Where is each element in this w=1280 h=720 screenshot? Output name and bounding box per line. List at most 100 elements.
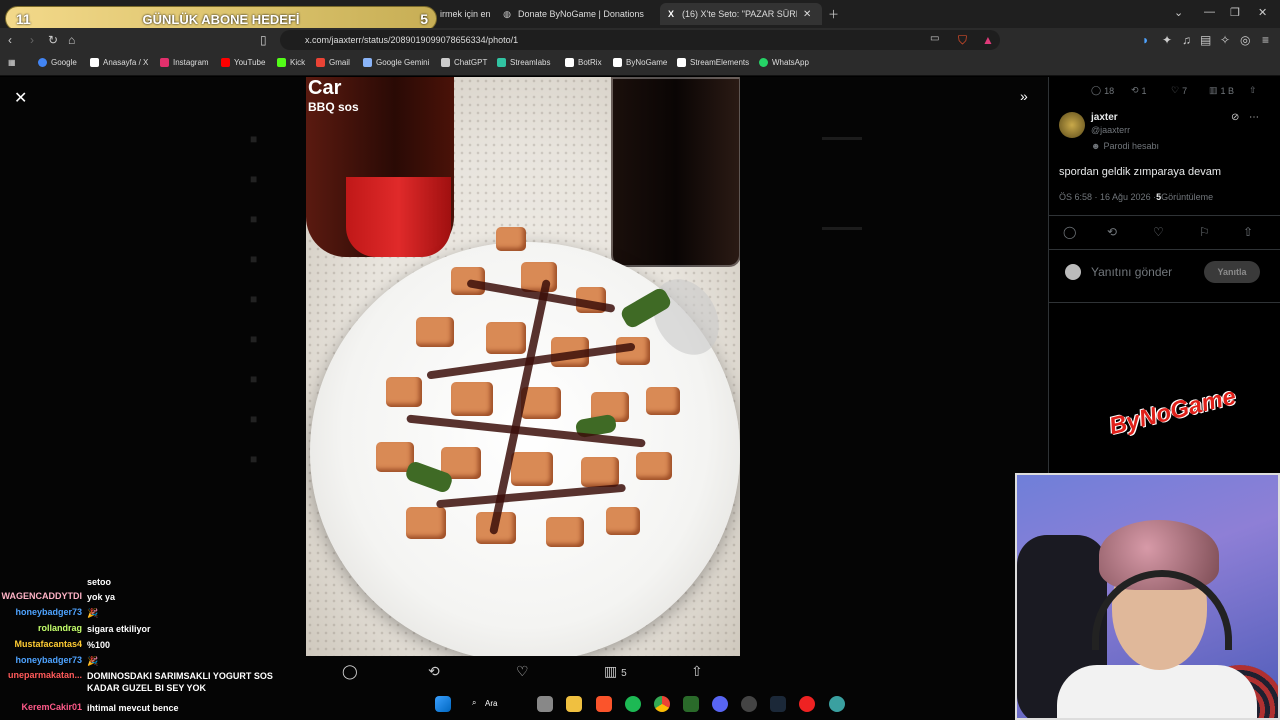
botrix-icon <box>565 58 574 67</box>
stat-replies[interactable]: ◯ 18 <box>1091 85 1114 96</box>
share-icon[interactable]: ⇧ <box>1243 225 1253 239</box>
menu-icon[interactable]: ≡ <box>1262 33 1269 47</box>
dim-nav-item: ■ <box>250 452 258 466</box>
bookmark-icon[interactable]: ⚐ <box>1199 225 1210 239</box>
app-icon[interactable] <box>829 696 845 712</box>
bottle-label: Car BBQ sos <box>308 77 359 114</box>
bookmark-google[interactable]: Google <box>38 58 77 67</box>
reload-icon[interactable]: ↻ <box>48 33 58 47</box>
sidebar-icon[interactable]: ▤ <box>1200 33 1211 47</box>
new-tab-icon[interactable]: ＋ <box>828 6 839 22</box>
task-view-icon[interactable] <box>537 696 553 712</box>
bookmark-icon[interactable]: ▯ <box>260 33 267 47</box>
taskbar-search[interactable]: ⌕ Ara <box>470 694 530 714</box>
apps-icon[interactable]: ▦ <box>8 58 16 67</box>
windows-start-icon[interactable] <box>435 696 451 712</box>
repost-icon: ⟲ <box>1131 85 1139 95</box>
bookmark-gmail[interactable]: Gmail <box>316 58 350 67</box>
tweet-meta: ÖS 6:58 · 16 Ağu 2026 · 5 Görüntüleme <box>1059 192 1214 202</box>
repost-icon[interactable]: ⟲ <box>1107 225 1117 239</box>
brave-rewards-icon[interactable]: ▲ <box>982 33 994 47</box>
author-name[interactable]: jaxter <box>1091 112 1118 123</box>
author-handle[interactable]: @jaaxterr <box>1091 125 1130 135</box>
views-action[interactable]: ▥ 5 <box>604 663 627 680</box>
bookmark-chatgpt[interactable]: ChatGPT <box>441 58 487 67</box>
spotify-icon[interactable] <box>625 696 641 712</box>
chicken-dish <box>346 217 716 587</box>
google-icon <box>38 58 47 67</box>
bookmark-youtube[interactable]: YouTube <box>221 58 265 67</box>
stat-likes[interactable]: ♡ 7 <box>1171 85 1187 96</box>
repost-icon[interactable]: ⟲ <box>428 663 440 680</box>
tab-label: Donate ByNoGame | Donations <box>518 9 644 19</box>
bookmark-kick[interactable]: Kick <box>277 58 305 67</box>
forward-icon[interactable]: › <box>30 33 34 47</box>
like-icon: ♡ <box>1171 85 1180 95</box>
kick-icon <box>277 58 286 67</box>
like-icon[interactable]: ♡ <box>516 663 529 680</box>
bookmark-streamelements[interactable]: StreamElements <box>677 58 749 67</box>
bookmark-x-home[interactable]: Anasayfa / X <box>90 58 148 67</box>
reply-icon[interactable]: ◯ <box>342 663 358 680</box>
music-icon[interactable]: ♫ <box>1182 33 1191 47</box>
expand-panel-icon[interactable]: » <box>1020 88 1028 104</box>
more-icon[interactable]: ⋯ <box>1249 112 1259 123</box>
like-icon[interactable]: ♡ <box>1153 225 1164 239</box>
dim-nav-item: ■ <box>250 172 258 186</box>
goal-title: GÜNLÜK ABONE HEDEFİ <box>142 12 300 27</box>
reply-input[interactable]: Yanıtını gönder <box>1091 265 1172 279</box>
reply-icon[interactable]: ◯ <box>1063 225 1076 239</box>
bookmark-instagram[interactable]: Instagram <box>160 58 209 67</box>
avatar[interactable] <box>1059 112 1085 138</box>
stat-views[interactable]: ▥ 1 B <box>1209 85 1234 96</box>
windows-taskbar: ⌕ Ara <box>425 692 855 716</box>
search-icon: ⌕ <box>472 698 477 707</box>
file-explorer-icon[interactable] <box>566 696 582 712</box>
tab-donate[interactable]: ◍ Donate ByNoGame | Donations <box>502 3 652 25</box>
vpn-icon[interactable]: ◎ <box>1240 33 1250 47</box>
tab-close-icon[interactable]: ✕ <box>803 9 811 20</box>
share-icon[interactable]: ⇧ <box>1249 85 1257 96</box>
dim-nav-item: ■ <box>250 412 258 426</box>
window-close-icon[interactable]: ✕ <box>1258 6 1267 19</box>
maximize-icon[interactable]: ❐ <box>1230 6 1240 19</box>
obs-icon[interactable] <box>741 696 757 712</box>
address-toolbar: ‹ › ↻ ⌂ ▯ x.com/jaaxterr/status/20890190… <box>0 28 1280 52</box>
stat-reposts[interactable]: ⟲ 1 <box>1131 85 1147 96</box>
audio-icon[interactable]: ◗ <box>1142 33 1149 47</box>
share-icon[interactable]: ⇧ <box>691 663 703 680</box>
browser-tabbar: 11 GÜNLÜK ABONE HEDEFİ 5 irmek için en ◍… <box>0 0 1280 31</box>
chevron-down-icon[interactable]: ⌄ <box>1174 6 1183 19</box>
goal-right-count: 5 <box>420 11 428 27</box>
terminal-icon[interactable] <box>683 696 699 712</box>
cast-icon[interactable]: ▭ <box>930 33 939 44</box>
reply-button[interactable]: Yanıtla <box>1204 261 1260 283</box>
bookmark-gemini[interactable]: Google Gemini <box>363 58 429 67</box>
brave-icon[interactable] <box>596 696 612 712</box>
tab-x-post[interactable]: X (16) X'te Seto: "PAZAR SÜRPRİZİ ✕ <box>660 3 822 25</box>
bookmark-botrix[interactable]: BotRix <box>565 58 602 67</box>
close-photo-icon[interactable]: ✕ <box>14 88 27 108</box>
steam-icon[interactable] <box>770 696 786 712</box>
ai-icon[interactable]: ✧ <box>1220 33 1230 47</box>
grok-icon[interactable]: ⊘ <box>1231 112 1239 123</box>
home-icon[interactable]: ⌂ <box>68 33 75 47</box>
back-icon[interactable]: ‹ <box>8 33 12 47</box>
chrome-icon[interactable] <box>654 696 670 712</box>
dim-nav-item: ■ <box>250 372 258 386</box>
bookmarks-bar: ▦ Google Anasayfa / X Instagram YouTube … <box>0 52 1280 76</box>
bynogame-icon <box>613 58 622 67</box>
reply-icon: ◯ <box>1091 85 1102 95</box>
discord-icon[interactable] <box>712 696 728 712</box>
minimize-icon[interactable]: — <box>1204 6 1215 18</box>
bookmark-streamlabs[interactable]: Streamlabs <box>497 58 550 67</box>
url-field[interactable]: x.com/jaaxterr/status/208901909907865633… <box>280 30 1000 50</box>
brave-shield-icon[interactable]: ⛉ <box>958 33 967 48</box>
tab-label: (16) X'te Seto: "PAZAR SÜRPRİZİ <box>682 9 797 19</box>
tab-first[interactable]: irmek için en <box>440 3 498 25</box>
extensions-icon[interactable]: ✦ <box>1162 33 1172 47</box>
bookmark-bynogame[interactable]: ByNoGame <box>613 58 667 67</box>
bookmark-whatsapp[interactable]: WhatsApp <box>759 58 809 67</box>
media-player-icon[interactable] <box>799 696 815 712</box>
gmail-icon <box>316 58 325 67</box>
